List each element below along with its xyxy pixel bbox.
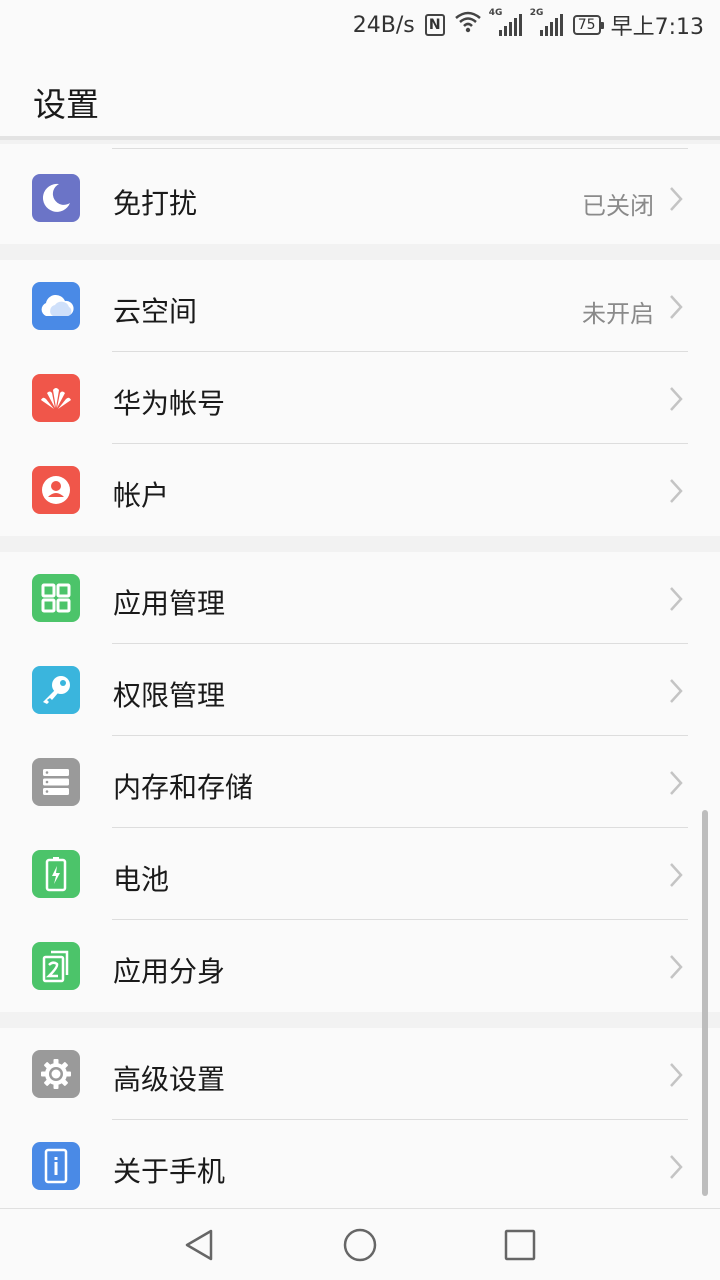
apps-grid-icon bbox=[32, 574, 80, 622]
battery-indicator: 75 bbox=[572, 15, 604, 35]
group-do-not-disturb: 免打扰 已关闭 bbox=[0, 152, 720, 244]
navigation-bar bbox=[0, 1208, 720, 1280]
row-memory-storage[interactable]: 内存和存储 bbox=[0, 736, 720, 828]
chevron-right-icon bbox=[670, 479, 683, 503]
row-battery[interactable]: 电池 bbox=[0, 828, 720, 920]
signal-4g-icon: 4G bbox=[489, 8, 522, 36]
home-icon[interactable] bbox=[342, 1227, 378, 1263]
row-about-phone[interactable]: 关于手机 bbox=[0, 1120, 720, 1212]
row-label: 应用分身 bbox=[113, 955, 226, 988]
chevron-right-icon bbox=[670, 295, 683, 319]
chevron-right-icon bbox=[670, 387, 683, 411]
gear-icon bbox=[32, 1050, 80, 1098]
account-icon bbox=[32, 466, 80, 514]
wifi-icon bbox=[454, 11, 481, 39]
storage-icon bbox=[32, 758, 80, 806]
cloud-icon bbox=[32, 282, 80, 330]
row-label: 电池 bbox=[113, 863, 170, 896]
row-do-not-disturb[interactable]: 免打扰 已关闭 bbox=[0, 152, 720, 244]
group-apps: 应用管理 权限管理 内存和存储 电池 应用分身 bbox=[0, 552, 720, 1012]
battery-icon bbox=[32, 850, 80, 898]
chevron-right-icon bbox=[670, 1155, 683, 1179]
row-label: 华为帐号 bbox=[113, 387, 226, 420]
page-title: 设置 bbox=[33, 85, 99, 124]
row-label: 免打扰 bbox=[113, 187, 198, 220]
back-icon[interactable] bbox=[182, 1227, 218, 1263]
chevron-right-icon bbox=[670, 863, 683, 887]
recents-icon[interactable] bbox=[502, 1227, 538, 1263]
row-label: 高级设置 bbox=[113, 1063, 226, 1096]
chevron-right-icon bbox=[670, 771, 683, 795]
chevron-right-icon bbox=[670, 587, 683, 611]
group-accounts: 云空间 未开启 华为帐号 帐户 bbox=[0, 260, 720, 536]
chevron-right-icon bbox=[670, 187, 683, 211]
row-cloud[interactable]: 云空间 未开启 bbox=[0, 260, 720, 352]
settings-list[interactable]: 免打扰 已关闭 云空间 未开启 华为帐号 帐户 应用管理 权限管理 内存和存储 … bbox=[0, 144, 720, 1212]
row-value: 未开启 bbox=[582, 300, 654, 328]
row-huawei-id[interactable]: 华为帐号 bbox=[0, 352, 720, 444]
row-value: 已关闭 bbox=[582, 192, 654, 220]
clock: 早上7:13 bbox=[610, 15, 704, 40]
signal-2g-icon: 2G bbox=[530, 8, 563, 36]
huawei-logo-icon bbox=[32, 374, 80, 422]
moon-icon bbox=[32, 174, 80, 222]
chevron-right-icon bbox=[670, 955, 683, 979]
chevron-right-icon bbox=[670, 679, 683, 703]
app-bar: 设置 bbox=[0, 50, 720, 140]
row-app-management[interactable]: 应用管理 bbox=[0, 552, 720, 644]
row-advanced-settings[interactable]: 高级设置 bbox=[0, 1028, 720, 1120]
chevron-right-icon bbox=[670, 1063, 683, 1087]
row-label: 关于手机 bbox=[113, 1155, 226, 1188]
row-permission-management[interactable]: 权限管理 bbox=[0, 644, 720, 736]
row-label: 云空间 bbox=[113, 295, 198, 328]
app-twin-icon bbox=[32, 942, 80, 990]
previous-item-edge bbox=[0, 144, 720, 152]
scrollbar[interactable] bbox=[702, 810, 708, 1196]
row-label: 内存和存储 bbox=[113, 771, 254, 804]
row-label: 帐户 bbox=[113, 479, 170, 512]
network-speed: 24B/s bbox=[352, 12, 415, 38]
group-system: 高级设置 关于手机 bbox=[0, 1028, 720, 1212]
status-bar: 24B/s N 4G 2G 75 早上7:13 bbox=[0, 0, 720, 50]
row-app-twin[interactable]: 应用分身 bbox=[0, 920, 720, 1012]
row-label: 应用管理 bbox=[113, 587, 226, 620]
nfc-icon: N bbox=[424, 14, 445, 36]
row-label: 权限管理 bbox=[113, 679, 226, 712]
row-account[interactable]: 帐户 bbox=[0, 444, 720, 536]
phone-info-icon bbox=[32, 1142, 80, 1190]
key-icon bbox=[32, 666, 80, 714]
